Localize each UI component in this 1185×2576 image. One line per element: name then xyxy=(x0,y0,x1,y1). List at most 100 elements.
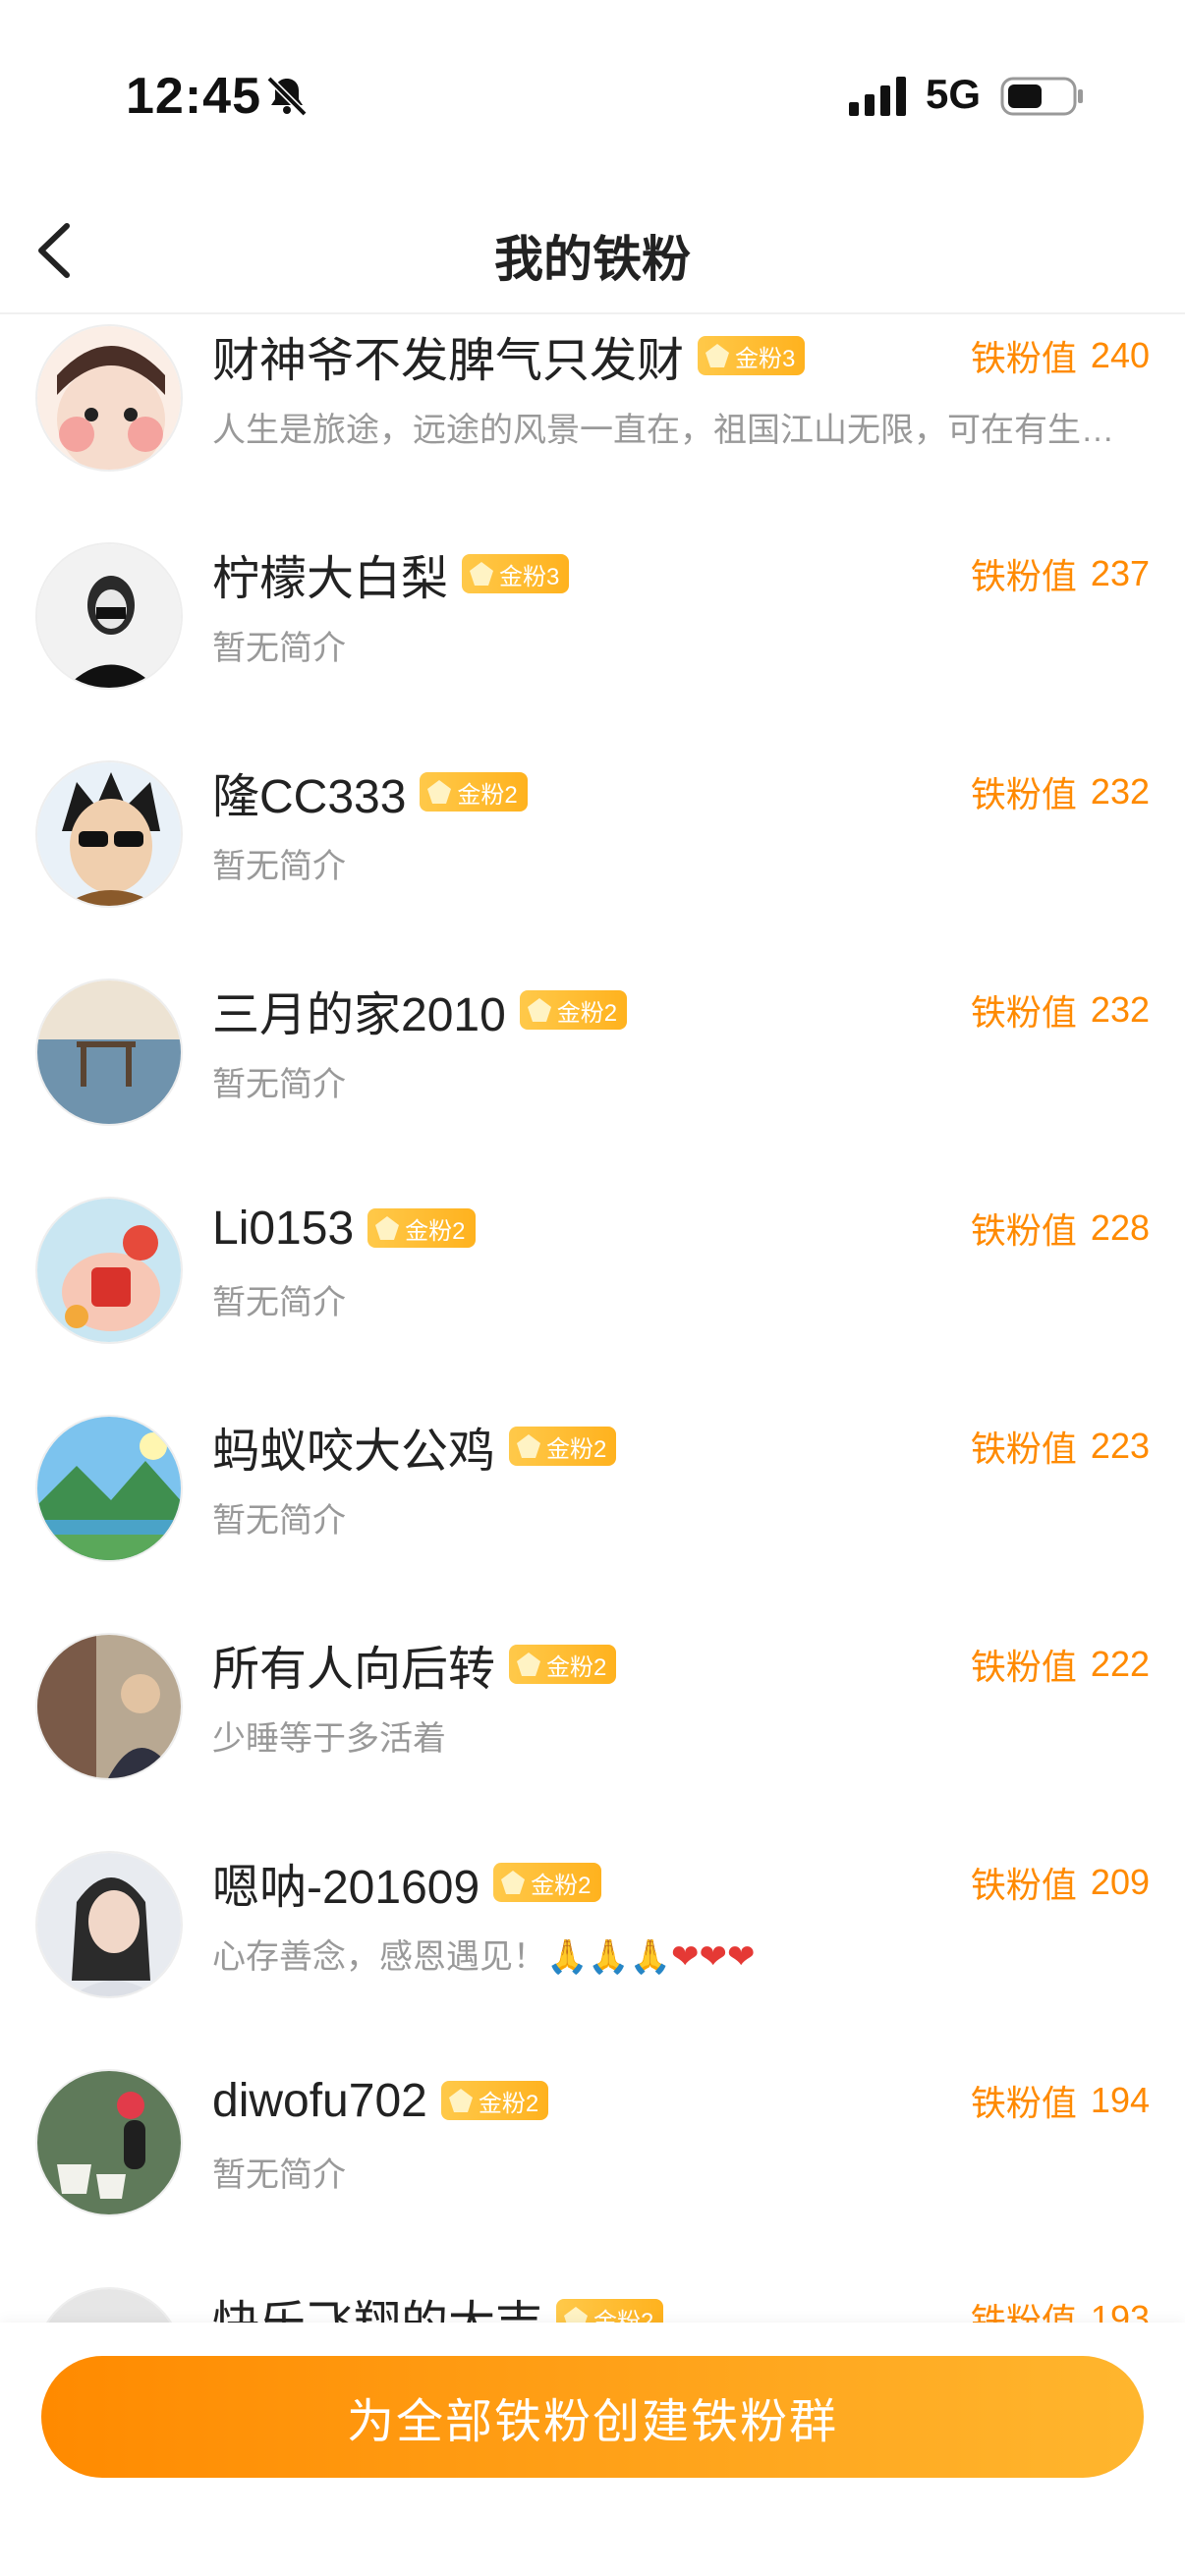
gem-icon xyxy=(470,562,494,586)
fan-score: 铁粉值 194 xyxy=(971,2069,1150,2132)
fan-name-line: 蚂蚁咬大公鸡 金粉2 xyxy=(212,1412,617,1481)
fan-level-badge: 金粉3 xyxy=(698,336,806,375)
score-value: 237 xyxy=(1090,553,1150,593)
fan-score: 铁粉值 223 xyxy=(971,1415,1150,1478)
cartoon-girl-avatar[interactable] xyxy=(35,324,183,472)
badge-label: 金粉2 xyxy=(556,999,618,1027)
page-title: 我的铁粉 xyxy=(494,232,691,287)
score-label: 铁粉值 xyxy=(970,1210,1077,1251)
landscape-avatar[interactable] xyxy=(35,1415,183,1562)
gem-icon xyxy=(375,1216,400,1240)
sea-pier-avatar[interactable] xyxy=(35,979,183,1126)
score-value: 228 xyxy=(1090,1207,1150,1248)
tea-cups-avatar[interactable] xyxy=(35,2069,183,2216)
badge-label: 金粉2 xyxy=(478,2090,539,2117)
fan-row[interactable]: 嗯呐-201609 金粉2 铁粉值 209 心存善念，感恩遇见！🙏🙏🙏❤❤❤ xyxy=(0,1841,1185,2059)
fan-bio: 暂无简介 xyxy=(212,630,346,667)
score-label: 铁粉值 xyxy=(970,2083,1077,2123)
fan-score: 铁粉值 237 xyxy=(971,542,1150,605)
cell-signal-icon xyxy=(849,77,906,116)
fan-score: 铁粉值 222 xyxy=(971,1633,1150,1696)
badge-label: 金粉3 xyxy=(499,563,560,590)
fan-score: 铁粉值 232 xyxy=(971,760,1150,823)
fan-name-line: 三月的家2010 金粉2 xyxy=(212,976,628,1044)
gem-icon xyxy=(705,344,730,367)
fan-level-badge: 金粉2 xyxy=(420,772,528,812)
fan-name-line: 隆CC333 金粉2 xyxy=(212,760,528,823)
fan-row[interactable]: 柠檬大白梨 金粉3 铁粉值 237 暂无简介 xyxy=(0,532,1185,751)
gem-icon xyxy=(517,1434,541,1458)
heart-emoji: ❤❤❤ xyxy=(671,1938,756,1976)
fan-level-badge: 金粉3 xyxy=(462,554,570,593)
fan-name[interactable]: 所有人向后转 xyxy=(212,1630,495,1699)
fan-name-line: diwofu702 金粉2 xyxy=(212,2069,549,2132)
fan-list[interactable]: 财神爷不发脾气只发财 金粉3 铁粉值 240 人生是旅途，远途的风景一直在，祖国… xyxy=(0,314,1185,2328)
battery-icon xyxy=(1000,77,1083,116)
fan-bio: 暂无简介 xyxy=(212,1066,346,1103)
fan-name-line: 财神爷不发脾气只发财 金粉3 xyxy=(212,321,806,390)
fan-bio: 人生是旅途，远途的风景一直在，祖国江山无限，可在有生之年 xyxy=(212,412,1136,449)
score-value: 240 xyxy=(1090,335,1150,375)
score-label: 铁粉值 xyxy=(970,1865,1077,1905)
gem-icon xyxy=(501,1871,526,1894)
score-value: 223 xyxy=(1090,1426,1150,1466)
fan-name-line: 所有人向后转 金粉2 xyxy=(212,1630,617,1699)
fan-row[interactable]: 财神爷不发脾气只发财 金粉3 铁粉值 240 人生是旅途，远途的风景一直在，祖国… xyxy=(0,314,1185,532)
fan-name-line: Li0153 金粉2 xyxy=(212,1197,476,1260)
fan-row[interactable]: 三月的家2010 金粉2 铁粉值 232 暂无简介 xyxy=(0,969,1185,1187)
fan-name[interactable]: 隆CC333 xyxy=(212,757,406,826)
score-label: 铁粉值 xyxy=(970,774,1077,814)
bw-portrait-avatar[interactable] xyxy=(35,542,183,690)
woman-portrait-avatar[interactable] xyxy=(35,1851,183,1998)
fan-score: 铁粉值 228 xyxy=(971,1197,1150,1260)
score-value: 209 xyxy=(1090,1862,1150,1902)
fan-name[interactable]: diwofu702 xyxy=(212,2074,427,2128)
fan-row[interactable]: 快乐飞翔的大吉 金粉2 铁粉值 193 xyxy=(0,2277,1185,2328)
fan-name[interactable]: 财神爷不发脾气只发财 xyxy=(212,321,684,390)
gem-icon xyxy=(448,2089,473,2112)
score-label: 铁粉值 xyxy=(970,992,1077,1033)
fan-level-badge: 金粉2 xyxy=(440,2081,549,2120)
fan-name-line: 嗯呐-201609 金粉2 xyxy=(212,1851,601,1914)
bell-muted-icon xyxy=(266,76,308,117)
fan-row[interactable]: 蚂蚁咬大公鸡 金粉2 铁粉值 223 暂无简介 xyxy=(0,1405,1185,1623)
fan-name[interactable]: 三月的家2010 xyxy=(212,976,506,1044)
create-fan-group-button[interactable]: 为全部铁粉创建铁粉群 xyxy=(41,2356,1144,2478)
fan-name[interactable]: 蚂蚁咬大公鸡 xyxy=(212,1412,495,1481)
gem-icon xyxy=(517,1652,541,1676)
status-bar: 12:45 5G xyxy=(0,0,1185,187)
fan-bio: 暂无简介 xyxy=(212,1502,346,1540)
fan-row[interactable]: 所有人向后转 金粉2 铁粉值 222 少睡等于多活着 xyxy=(0,1623,1185,1841)
score-value: 194 xyxy=(1090,2080,1150,2120)
score-value: 222 xyxy=(1090,1644,1150,1684)
fan-level-badge: 金粉2 xyxy=(519,990,628,1030)
fan-level-badge: 金粉2 xyxy=(509,1427,617,1466)
indoor-photo-avatar[interactable] xyxy=(35,1633,183,1780)
fan-row[interactable]: 隆CC333 金粉2 铁粉值 232 暂无简介 xyxy=(0,751,1185,969)
fan-name[interactable]: Li0153 xyxy=(212,1202,354,1256)
fan-name[interactable]: 柠檬大白梨 xyxy=(212,539,448,608)
badge-label: 金粉3 xyxy=(735,345,796,372)
fan-row[interactable]: diwofu702 金粉2 铁粉值 194 暂无简介 xyxy=(0,2059,1185,2277)
fan-level-badge: 金粉2 xyxy=(367,1208,476,1248)
score-value: 232 xyxy=(1090,989,1150,1030)
fan-bio: 暂无简介 xyxy=(212,2156,346,2194)
fan-name-line: 柠檬大白梨 金粉3 xyxy=(212,539,570,608)
fan-name[interactable]: 嗯呐-201609 xyxy=(212,1848,480,1917)
pray-emoji: 🙏🙏🙏 xyxy=(546,1938,672,1976)
fortune-pig-avatar[interactable] xyxy=(35,1197,183,1344)
score-label: 铁粉值 xyxy=(970,1647,1077,1687)
fan-score: 铁粉值 209 xyxy=(971,1851,1150,1914)
fan-row[interactable]: Li0153 金粉2 铁粉值 228 暂无简介 xyxy=(0,1187,1185,1405)
fan-score: 铁粉值 232 xyxy=(971,979,1150,1041)
fan-bio: 暂无简介 xyxy=(212,1284,346,1321)
fan-bio: 少睡等于多活着 xyxy=(212,1720,446,1758)
score-value: 232 xyxy=(1090,771,1150,812)
nav-bar: 我的铁粉 xyxy=(0,187,1185,314)
bottom-action-panel: 为全部铁粉创建铁粉群 xyxy=(0,2323,1185,2576)
fan-bio: 心存善念，感恩遇见！🙏🙏🙏❤❤❤ xyxy=(212,1930,1136,1978)
fan-level-badge: 金粉2 xyxy=(493,1863,601,1902)
anime-boy-sunglasses-avatar[interactable] xyxy=(35,760,183,908)
badge-label: 金粉2 xyxy=(546,1435,607,1463)
network-label: 5G xyxy=(926,71,982,117)
